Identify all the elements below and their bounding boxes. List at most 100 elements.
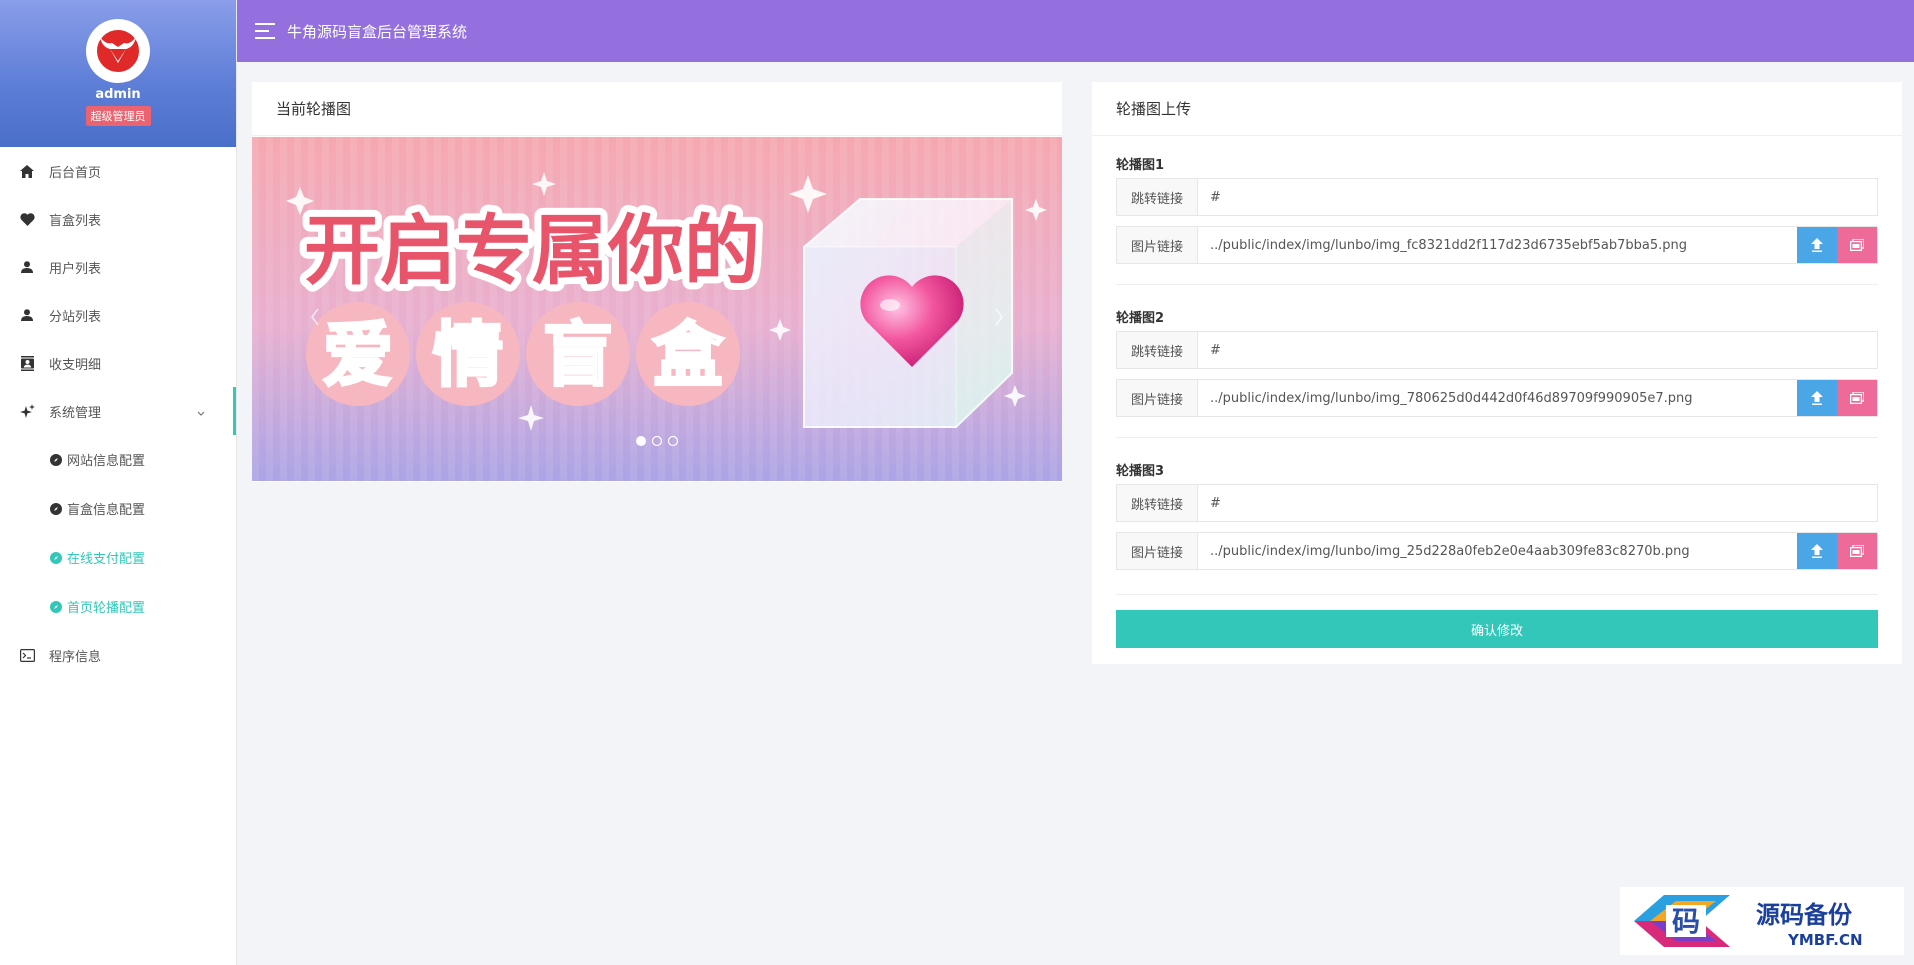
sidebar-item-substations[interactable]: 分站列表: [0, 291, 236, 339]
compass-icon: [50, 551, 62, 564]
group-label: 轮播图3: [1116, 464, 1165, 479]
image-gallery-icon: [1850, 239, 1864, 251]
user-icon: [19, 307, 35, 323]
topbar: 牛角源码盲盒后台管理系统: [237, 0, 1914, 62]
input-addon: 跳转链接: [1117, 179, 1198, 215]
carousel-upload-panel: 轮播图上传 轮播图1 跳转链接 图片链接 轮播图2 跳转链接 图片链接 轮播图3: [1092, 82, 1902, 664]
submenu-label: 在线支付配置: [67, 552, 146, 567]
submenu-label: 首页轮播配置: [67, 601, 146, 616]
link-input[interactable]: [1198, 485, 1877, 521]
heart-icon: [19, 211, 35, 227]
watermark-logo: 码 源码备份 YMBF.CN: [1620, 887, 1904, 955]
divider: [1116, 284, 1878, 285]
sidebar: admin 超级管理员 后台首页 盲盒列表 用户列表 分站列表 收支明细 系统管…: [0, 0, 237, 965]
submenu-label: 盲盒信息配置: [67, 503, 146, 518]
sidebar-item-label: 用户列表: [49, 261, 102, 277]
watermark-text: 源码备份: [1756, 900, 1853, 929]
banner-char: 盒: [653, 314, 724, 396]
image-gallery-icon: [1850, 545, 1864, 557]
banner-char: 爱: [323, 314, 393, 396]
sidebar-item-system[interactable]: 系统管理: [0, 387, 236, 435]
image-input-group: 图片链接: [1116, 226, 1878, 264]
divider: [1116, 437, 1878, 438]
role-badge: 超级管理员: [85, 106, 151, 126]
contacts-icon: [19, 355, 35, 371]
submenu-blindbox-config[interactable]: 盲盒信息配置: [0, 484, 236, 533]
sidebar-item-label: 系统管理: [49, 405, 102, 421]
input-addon: 跳转链接: [1117, 485, 1198, 521]
upload-icon: [1811, 544, 1823, 558]
profile-name: admin: [95, 87, 141, 102]
carousel-indicator-active[interactable]: [636, 436, 646, 446]
app-title: 牛角源码盲盒后台管理系统: [287, 22, 468, 41]
pick-image-button[interactable]: [1837, 533, 1877, 569]
compass-icon: [50, 600, 62, 613]
sidebar-item-users[interactable]: 用户列表: [0, 243, 236, 291]
submenu-site-config[interactable]: 网站信息配置: [0, 435, 236, 484]
image-url-input[interactable]: [1198, 533, 1797, 569]
sidebar-item-label: 分站列表: [49, 309, 102, 325]
watermark-domain: YMBF.CN: [1787, 931, 1863, 949]
compass-icon: [50, 502, 62, 515]
submenu-payment-config[interactable]: 在线支付配置: [0, 533, 236, 582]
image-url-input[interactable]: [1198, 227, 1797, 263]
avatar[interactable]: [86, 19, 150, 83]
panel-title: 轮播图上传: [1092, 82, 1902, 136]
sidebar-item-program-info[interactable]: 程序信息: [0, 631, 236, 679]
input-addon: 图片链接: [1117, 380, 1198, 416]
link-input[interactable]: [1198, 179, 1877, 215]
carousel[interactable]: 开启专属你的 开启专属你的 爱 情 盲 盒: [252, 137, 1062, 481]
submenu-carousel-config[interactable]: 首页轮播配置: [0, 582, 236, 631]
sidebar-item-blindbox-list[interactable]: 盲盒列表: [0, 195, 236, 243]
sparkle-icon: [19, 403, 35, 419]
glass-cube-illustration: [803, 198, 1013, 428]
carousel-slide-image: 开启专属你的 开启专属你的 爱 情 盲 盒: [252, 137, 1062, 481]
sidebar-item-label: 盲盒列表: [49, 213, 102, 229]
hamburger-menu-icon[interactable]: [255, 23, 275, 39]
sidebar-item-finance[interactable]: 收支明细: [0, 339, 236, 387]
image-gallery-icon: [1850, 392, 1864, 404]
upload-icon: [1811, 238, 1823, 252]
sidebar-nav: 后台首页 盲盒列表 用户列表 分站列表 收支明细 系统管理: [0, 147, 236, 435]
input-addon: 图片链接: [1117, 227, 1198, 263]
bull-logo-icon: [95, 28, 141, 74]
link-input[interactable]: [1198, 332, 1877, 368]
sidebar-item-label: 收支明细: [49, 357, 102, 373]
confirm-button[interactable]: 确认修改: [1116, 610, 1878, 648]
system-submenu: 网站信息配置 盲盒信息配置 在线支付配置 首页轮播配置: [0, 435, 236, 631]
terminal-icon: [19, 647, 35, 663]
user-icon: [19, 259, 35, 275]
image-url-input[interactable]: [1198, 380, 1797, 416]
submenu-label: 网站信息配置: [67, 454, 146, 469]
group-label: 轮播图2: [1116, 311, 1165, 326]
upload-button[interactable]: [1797, 380, 1837, 416]
link-input-group: 跳转链接: [1116, 178, 1878, 216]
sidebar-item-label: 程序信息: [49, 649, 102, 665]
banner-headline: 开启专属你的: [304, 206, 760, 295]
banner-char: 盲: [543, 314, 613, 396]
pick-image-button[interactable]: [1837, 380, 1877, 416]
panel-title: 当前轮播图: [252, 82, 1062, 136]
sidebar-item-label: 后台首页: [49, 165, 102, 181]
pick-image-button[interactable]: [1837, 227, 1877, 263]
upload-button[interactable]: [1797, 227, 1837, 263]
upload-button[interactable]: [1797, 533, 1837, 569]
watermark-glyph: 码: [1672, 905, 1700, 938]
divider: [1116, 594, 1878, 595]
home-icon: [19, 163, 35, 179]
image-input-group: 图片链接: [1116, 379, 1878, 417]
compass-icon: [50, 453, 62, 466]
group-label: 轮播图1: [1116, 158, 1165, 173]
link-input-group: 跳转链接: [1116, 331, 1878, 369]
link-input-group: 跳转链接: [1116, 484, 1878, 522]
sidebar-nav-bottom: 程序信息: [0, 631, 236, 679]
profile-header: admin 超级管理员: [0, 0, 236, 147]
banner-char: 情: [433, 314, 503, 396]
current-carousel-panel: 当前轮播图 开启专属你的 开启专属你的 爱 情 盲 盒: [252, 82, 1062, 482]
chevron-down-icon: [197, 405, 205, 420]
image-input-group: 图片链接: [1116, 532, 1878, 570]
input-addon: 图片链接: [1117, 533, 1198, 569]
upload-icon: [1811, 391, 1823, 405]
sidebar-item-home[interactable]: 后台首页: [0, 147, 236, 195]
input-addon: 跳转链接: [1117, 332, 1198, 368]
